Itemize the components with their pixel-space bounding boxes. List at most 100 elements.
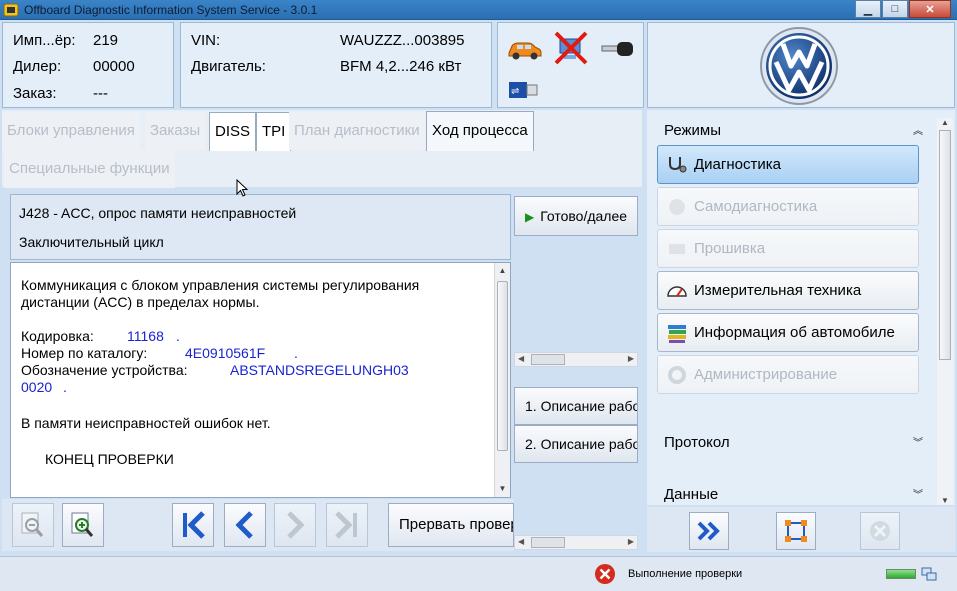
- next-step-button[interactable]: [274, 503, 316, 547]
- cancel-icon: [870, 521, 890, 541]
- svg-text:⇌: ⇌: [511, 86, 519, 97]
- part-number-dot: .: [294, 345, 298, 361]
- device-label: Обозначение устройства:: [21, 362, 188, 378]
- tab-special-functions[interactable]: Специальные функции: [4, 150, 175, 188]
- network-disconnected-icon: [554, 31, 588, 65]
- coding-value: 11168: [127, 328, 164, 344]
- status-text: Выполнение проверки: [628, 568, 743, 580]
- scroll-thumb[interactable]: [497, 281, 508, 451]
- collapse-up-icon[interactable]: ︽: [913, 122, 923, 137]
- mode-vehicle-info-button[interactable]: Информация об автомобиле: [657, 313, 919, 352]
- tab-progress[interactable]: Ход процесса: [426, 111, 534, 151]
- key-icon: [601, 42, 633, 56]
- mouse-cursor-icon: [236, 179, 249, 197]
- scroll-left-arrow-icon[interactable]: ◀: [518, 354, 524, 363]
- data-section-header[interactable]: Данные ︾: [653, 480, 929, 508]
- end-of-test-text: КОНЕЦ ПРОВЕРКИ: [45, 451, 174, 467]
- action-column: ▶ Готово/далее 1. Описание работ 2. Описа…: [514, 194, 638, 550]
- mode-flash-label: Прошивка: [694, 240, 766, 257]
- mode-flash-button[interactable]: Прошивка: [657, 229, 919, 268]
- procedure-step: Заключительный цикл: [19, 234, 164, 250]
- result-scrollbar[interactable]: ▲ ▼: [494, 263, 510, 497]
- scroll-right-arrow-icon[interactable]: ▶: [628, 354, 634, 363]
- intro-line-1: Коммуникация с блоком управления системы…: [21, 277, 420, 293]
- h-scroll-thumb[interactable]: [531, 354, 565, 365]
- scroll-up-arrow-icon[interactable]: ▲: [937, 118, 953, 127]
- importer-label: Имп...ёр:: [13, 32, 76, 49]
- work-description-2-button[interactable]: 2. Описание работ: [514, 425, 638, 463]
- mode-vehicle-info-label: Информация об автомобиле: [694, 324, 895, 341]
- arrow-right-icon: [287, 511, 305, 539]
- result-text: Коммуникация с блоком управления системы…: [21, 277, 491, 468]
- protocol-section-header[interactable]: Протокол ︾: [653, 428, 929, 456]
- h-scroll-thumb[interactable]: [531, 537, 565, 548]
- select-area-button[interactable]: [776, 512, 816, 550]
- tab-control-units[interactable]: Блоки управления: [2, 112, 140, 150]
- part-number-value: 4E0910561F: [185, 345, 266, 361]
- zoom-in-button[interactable]: [62, 503, 104, 547]
- car-icon: [508, 42, 542, 60]
- scroll-down-arrow-icon[interactable]: ▼: [495, 481, 510, 497]
- engine-value: BFM 4,2...246 кВт: [340, 58, 462, 75]
- tab-tpi[interactable]: TPI: [256, 112, 292, 151]
- coding-dot: .: [176, 328, 180, 344]
- expand-down-icon[interactable]: ︾: [913, 434, 923, 449]
- ready-next-label: Готово/далее: [540, 208, 628, 224]
- no-faults-text: В памяти неисправностей ошибок нет.: [21, 415, 271, 431]
- zoom-out-button[interactable]: [12, 503, 54, 547]
- gauge-icon: [666, 280, 688, 302]
- mode-diagnostics-button[interactable]: Диагностика: [657, 145, 919, 184]
- maximize-button[interactable]: □: [882, 0, 908, 18]
- abort-test-button[interactable]: Прервать проверку: [388, 503, 514, 547]
- tab-bar: Блоки управления Заказы DISS TPI План ди…: [2, 110, 642, 188]
- stethoscope-icon: [666, 154, 688, 176]
- cancel-button[interactable]: [860, 512, 900, 550]
- tab-diagnostic-plan[interactable]: План диагностики: [289, 112, 425, 150]
- minimize-button[interactable]: ▁: [855, 0, 881, 18]
- network-icon: [921, 567, 937, 581]
- procedure-title: J428 - ACC, опрос памяти неисправностей: [19, 205, 297, 221]
- order-label: Заказ:: [13, 85, 57, 102]
- title-bar: Offboard Diagnostic Information System S…: [0, 0, 957, 20]
- device-dot: .: [63, 379, 67, 395]
- data-title: Данные: [664, 486, 719, 503]
- action-scrollbar-top[interactable]: ◀ ▶: [514, 352, 638, 367]
- mode-measurement-label: Измерительная техника: [694, 282, 862, 299]
- mode-diagnostics-label: Диагностика: [694, 156, 781, 173]
- tab-diss[interactable]: DISS: [209, 112, 257, 151]
- dealer-value: 00000: [93, 58, 135, 75]
- previous-step-button[interactable]: [224, 503, 266, 547]
- modes-title: Режимы: [664, 122, 722, 139]
- work-description-1-button[interactable]: 1. Описание работ: [514, 387, 638, 425]
- scroll-up-arrow-icon[interactable]: ▲: [495, 263, 510, 279]
- vin-label: VIN:: [191, 32, 221, 49]
- scroll-left-arrow-icon[interactable]: ◀: [518, 537, 524, 546]
- close-button[interactable]: ✕: [909, 0, 951, 18]
- frame-select-icon: [785, 520, 807, 542]
- mode-admin-button[interactable]: Администрирование: [657, 355, 919, 394]
- expand-down-icon[interactable]: ︾: [913, 486, 923, 501]
- ready-next-button[interactable]: ▶ Готово/далее: [514, 196, 638, 236]
- modes-scrollbar[interactable]: ▲ ▼: [937, 118, 953, 505]
- dealer-label: Дилер:: [13, 58, 62, 75]
- forward-button[interactable]: [689, 512, 729, 550]
- result-text-panel[interactable]: Коммуникация с блоком управления системы…: [10, 262, 511, 498]
- first-step-button[interactable]: [172, 503, 214, 547]
- action-scrollbar-bottom[interactable]: ◀ ▶: [514, 535, 638, 550]
- navigation-toolbar: Прервать проверку: [2, 499, 514, 551]
- modes-scroll-thumb[interactable]: [939, 130, 951, 360]
- scroll-right-arrow-icon[interactable]: ▶: [628, 537, 634, 546]
- double-chevron-right-icon: [697, 521, 720, 541]
- scroll-down-arrow-icon[interactable]: ▼: [937, 496, 953, 505]
- device-value-cont: 0020: [21, 379, 53, 395]
- mode-self-diagnosis-label: Самодиагностика: [694, 198, 818, 215]
- procedure-status: J428 - ACC, опрос памяти неисправностей …: [10, 194, 511, 260]
- usb-icon: ⇌: [509, 82, 538, 98]
- last-step-button[interactable]: [326, 503, 368, 547]
- mode-self-diagnosis-button[interactable]: Самодиагностика: [657, 187, 919, 226]
- mode-measurement-button[interactable]: Измерительная техника: [657, 271, 919, 310]
- order-info-panel: Имп...ёр: 219 Дилер: 00000 Заказ: ---: [2, 22, 174, 108]
- tab-orders[interactable]: Заказы: [145, 112, 206, 150]
- modes-section-header[interactable]: Режимы ︽: [653, 116, 929, 144]
- window-title: Offboard Diagnostic Information System S…: [24, 3, 318, 17]
